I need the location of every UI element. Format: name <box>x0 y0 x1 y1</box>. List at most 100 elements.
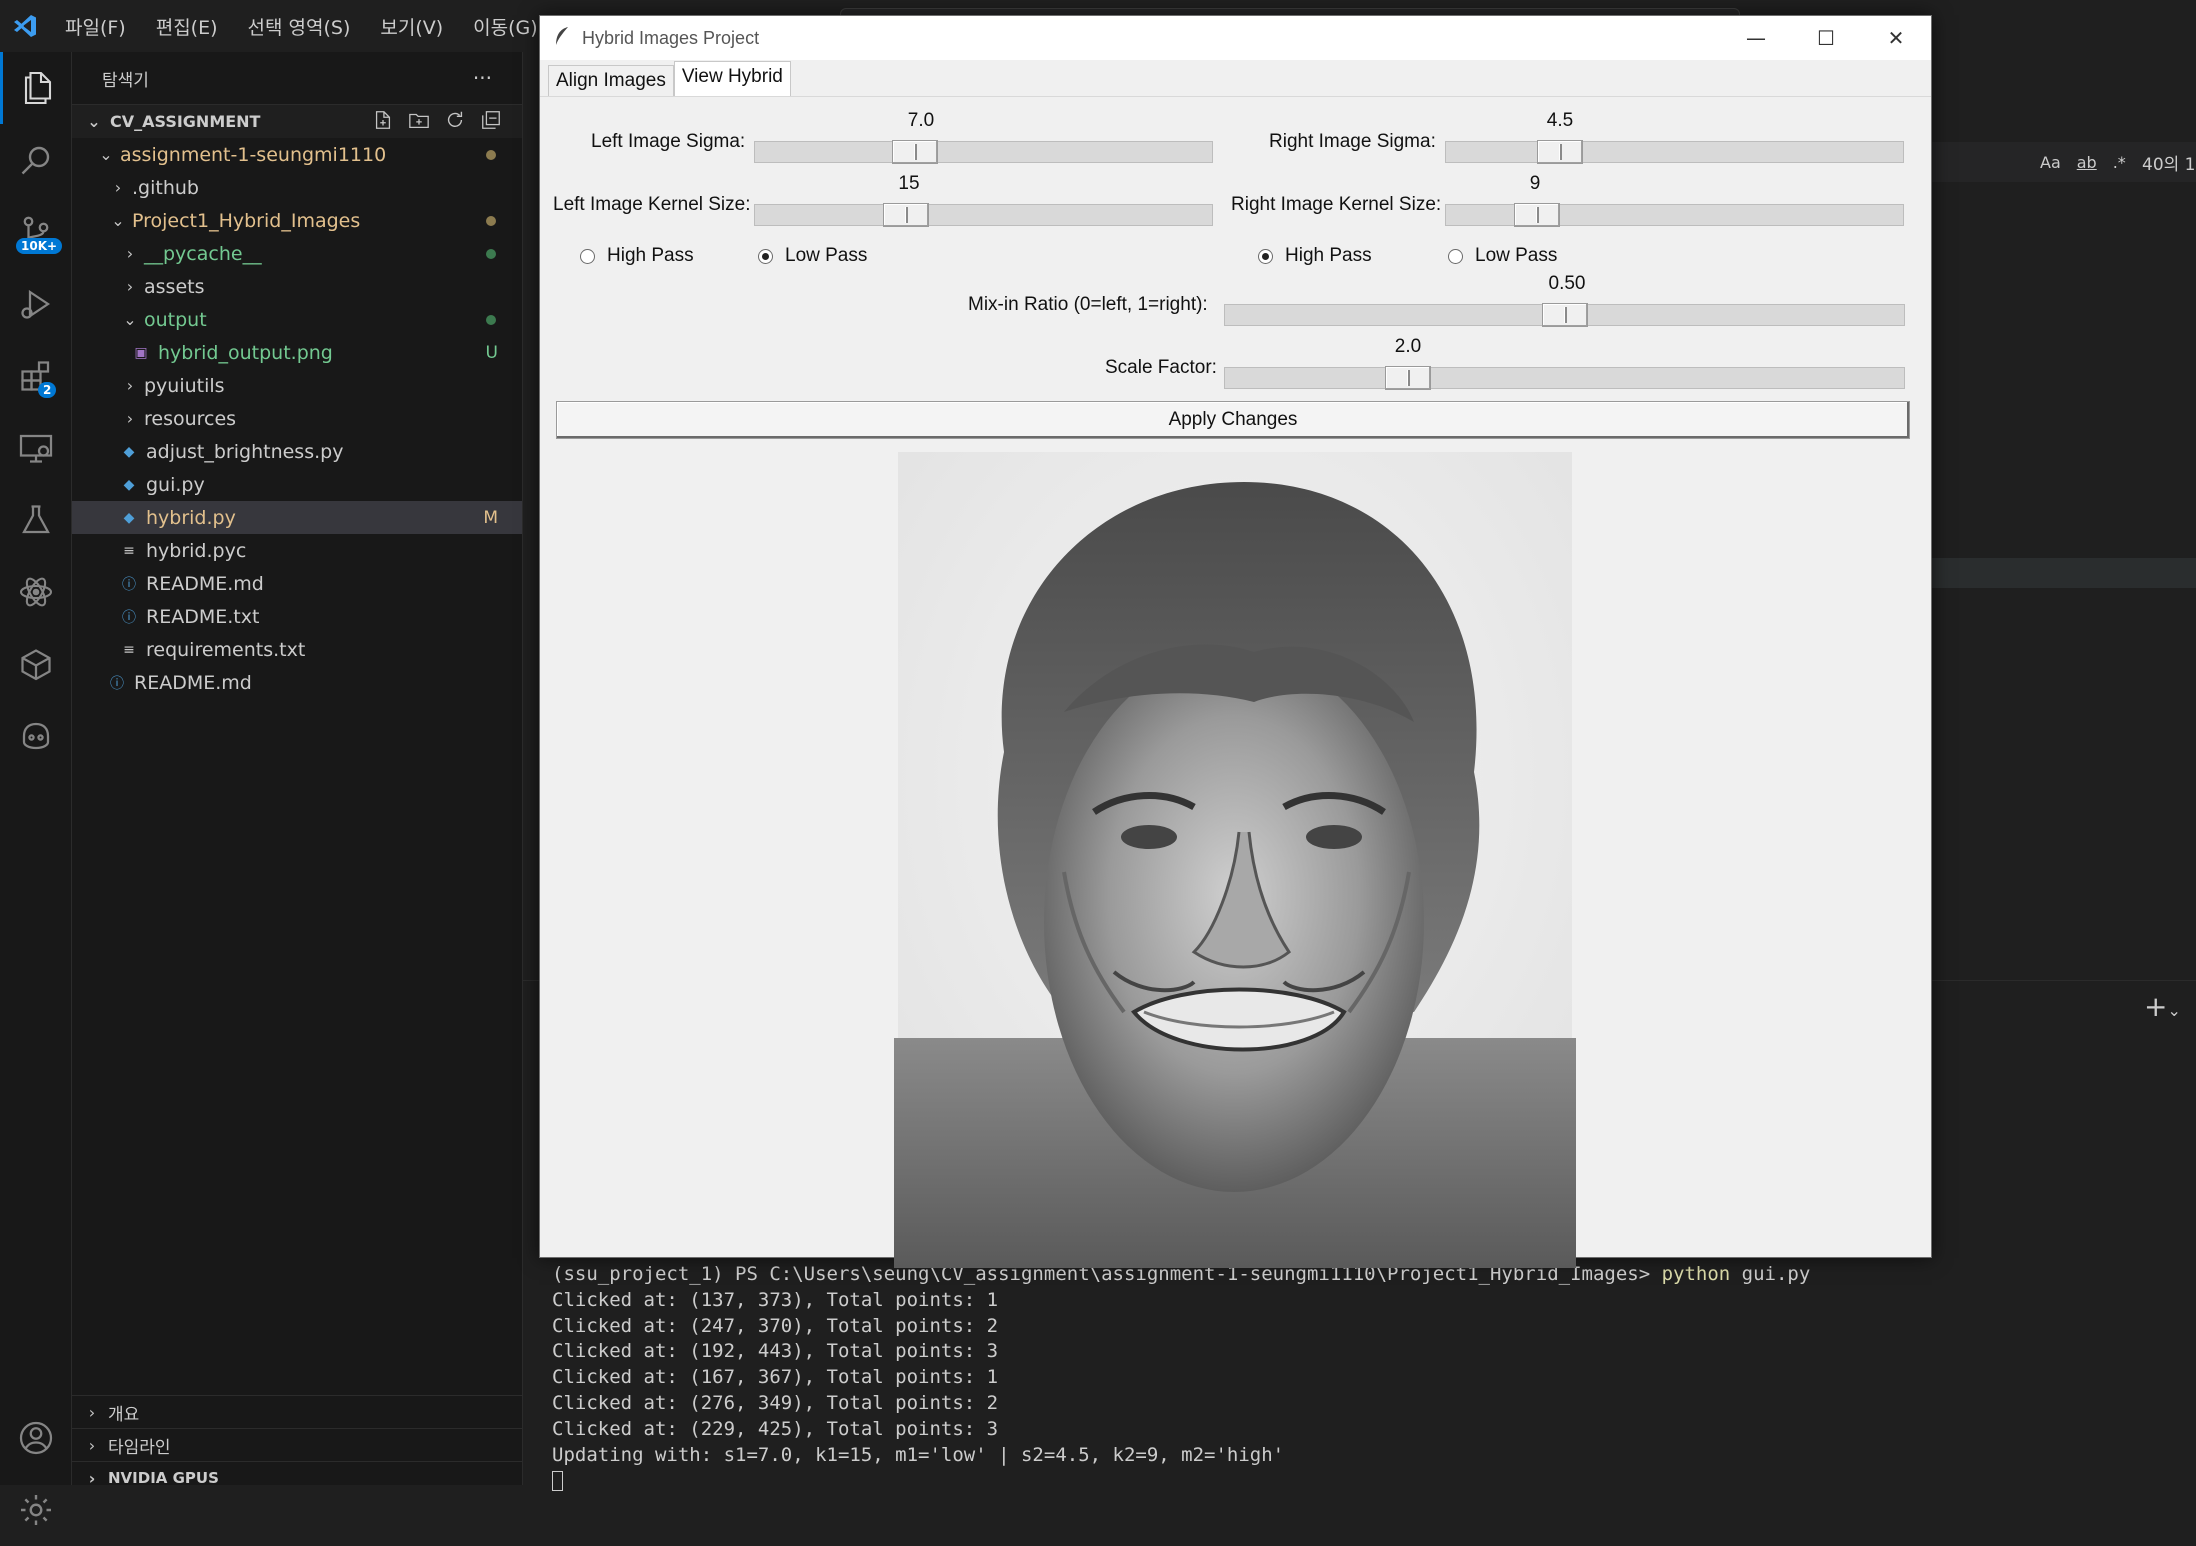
whole-word-toggle[interactable]: ab <box>2077 153 2097 172</box>
info-icon: ⓘ <box>110 675 124 692</box>
modified-dot <box>486 215 496 226</box>
react-atom-icon[interactable] <box>0 556 72 628</box>
menu-selection[interactable]: 선택 영역(S) <box>233 13 366 40</box>
menu-file[interactable]: 파일(F) <box>50 13 141 40</box>
terminal-line: Clicked at: (247, 370), Total points: 2 <box>552 1314 999 1337</box>
slider-handle[interactable] <box>1537 140 1584 164</box>
tree-folder-project1[interactable]: ⌄ Project1_Hybrid_Images <box>72 204 522 237</box>
slider-handle[interactable] <box>1514 203 1561 227</box>
tree-folder-output[interactable]: ⌄ output <box>72 303 522 336</box>
search-icon[interactable] <box>0 124 72 196</box>
regex-toggle[interactable]: .* <box>2113 153 2126 172</box>
tree-file-requirements[interactable]: ≡ requirements.txt <box>72 633 522 666</box>
tree-label: pyuiutils <box>144 374 225 397</box>
section-label: NVIDIA GPUS <box>108 1469 219 1487</box>
mix-ratio-slider[interactable] <box>1224 303 1905 327</box>
package-icon[interactable] <box>0 628 72 700</box>
terminal-line: Clicked at: (276, 349), Total points: 2 <box>552 1391 999 1414</box>
tab-align-images[interactable]: Align Images <box>548 65 674 96</box>
tree-label: README.md <box>146 572 264 595</box>
tree-folder-resources[interactable]: › resources <box>72 402 522 435</box>
python-file-icon: ◆ <box>123 476 135 493</box>
slider-handle[interactable] <box>882 203 929 227</box>
terminal-cursor-line <box>552 1468 2172 1494</box>
terminal-output[interactable]: (ssu_project_1) PS C:\Users\seung\CV_ass… <box>552 1262 2172 1494</box>
extensions-icon[interactable]: 2 <box>0 340 72 412</box>
slider-handle[interactable] <box>1541 303 1588 327</box>
scale-factor-value: 2.0 <box>1394 336 1422 357</box>
chevron-down-icon: ⌄ <box>87 112 101 131</box>
tree-file-adjust-brightness[interactable]: ◆ adjust_brightness.py <box>72 435 522 468</box>
account-icon[interactable] <box>0 1402 72 1474</box>
nvidia-gpus-section[interactable]: › NVIDIA GPUS <box>72 1461 523 1494</box>
slider-handle[interactable] <box>891 140 938 164</box>
tree-label: README.md <box>134 671 252 694</box>
tree-folder-assignment[interactable]: ⌄ assignment-1-seungmi1110 <box>72 138 522 171</box>
timeline-section[interactable]: › 타임라인 <box>72 1428 523 1461</box>
python-file-icon: ◆ <box>123 509 135 526</box>
tk-feather-icon <box>554 26 570 51</box>
match-case-toggle[interactable]: Aa <box>2040 153 2061 172</box>
chevron-right-icon: › <box>114 178 122 197</box>
explorer-sidebar: 탐색기 ··· ⌄ CV_ASSIGNMENT ⌄ assignment-1-s… <box>72 52 523 1488</box>
right-low-pass-radio[interactable]: Low Pass <box>1448 245 1557 267</box>
explorer-header: 탐색기 ··· <box>72 52 522 104</box>
new-folder-icon[interactable] <box>408 109 430 135</box>
slider-handle[interactable] <box>1385 366 1432 390</box>
left-kernel-label: Left Image Kernel Size: <box>553 194 751 215</box>
left-low-pass-radio[interactable]: Low Pass <box>758 245 867 267</box>
untracked-dot <box>486 314 496 325</box>
explorer-title: 탐색기 <box>102 70 149 91</box>
remote-explorer-icon[interactable] <box>0 412 72 484</box>
testing-icon[interactable] <box>0 484 72 556</box>
copilot-icon[interactable] <box>0 700 72 772</box>
left-high-pass-radio[interactable]: High Pass <box>580 245 694 267</box>
tree-file-hybrid[interactable]: ◆ hybrid.py M <box>72 501 522 534</box>
close-icon[interactable]: ✕ <box>1861 16 1931 60</box>
new-file-icon[interactable] <box>372 109 394 135</box>
menu-edit[interactable]: 편집(E) <box>141 13 233 40</box>
maximize-icon[interactable]: ☐ <box>1791 16 1861 60</box>
explorer-icon[interactable] <box>0 52 72 124</box>
scale-factor-slider[interactable] <box>1224 366 1905 390</box>
radio-label: High Pass <box>607 245 694 266</box>
tree-file-root-readme[interactable]: ⓘ README.md <box>72 666 522 699</box>
more-actions-button[interactable]: ··· <box>473 66 492 90</box>
right-kernel-slider[interactable] <box>1445 203 1904 227</box>
refresh-icon[interactable] <box>444 109 466 135</box>
source-control-icon[interactable]: 10K+ <box>0 196 72 268</box>
radio-indicator <box>1448 248 1463 264</box>
menu-view[interactable]: 보기(V) <box>365 13 458 40</box>
tree-file-hybrid-pyc[interactable]: ≡ hybrid.pyc <box>72 534 522 567</box>
run-debug-icon[interactable] <box>0 268 72 340</box>
section-label: 개요 <box>108 1404 140 1425</box>
outline-section[interactable]: › 개요 <box>72 1395 523 1428</box>
right-kernel-value: 9 <box>1529 173 1541 194</box>
workspace-section-header[interactable]: ⌄ CV_ASSIGNMENT <box>72 104 522 138</box>
tree-folder-github[interactable]: › .github <box>72 171 522 204</box>
left-kernel-value: 15 <box>898 173 920 194</box>
hybrid-result-image <box>894 452 1576 1268</box>
tree-file-readme-md[interactable]: ⓘ README.md <box>72 567 522 600</box>
tree-file-gui[interactable]: ◆ gui.py <box>72 468 522 501</box>
tree-folder-assets[interactable]: › assets <box>72 270 522 303</box>
right-high-pass-radio[interactable]: High Pass <box>1258 245 1372 267</box>
tree-folder-pyuiutils[interactable]: › pyuiutils <box>72 369 522 402</box>
left-sigma-label: Left Image Sigma: <box>591 131 746 152</box>
chevron-right-icon: › <box>126 244 134 263</box>
minimize-icon[interactable]: — <box>1721 16 1791 60</box>
tree-file-readme-txt[interactable]: ⓘ README.txt <box>72 600 522 633</box>
terminal-line: Clicked at: (192, 443), Total points: 3 <box>552 1340 999 1363</box>
collapse-all-icon[interactable] <box>480 109 502 135</box>
tree-file-hybrid-output[interactable]: ▣ hybrid_output.png U <box>72 336 522 369</box>
left-sigma-slider[interactable] <box>754 140 1213 164</box>
window-title: Hybrid Images Project <box>582 27 760 48</box>
new-terminal-plus-icon[interactable]: +⌄ <box>2144 990 2181 1023</box>
tab-view-hybrid[interactable]: View Hybrid <box>673 61 791 96</box>
tree-folder-pycache[interactable]: › __pycache__ <box>72 237 522 270</box>
apply-changes-button[interactable]: Apply Changes <box>556 401 1910 439</box>
right-sigma-slider[interactable] <box>1445 140 1904 164</box>
left-kernel-slider[interactable] <box>754 203 1213 227</box>
chevron-right-icon: › <box>126 376 134 395</box>
untracked-dot <box>486 248 496 259</box>
